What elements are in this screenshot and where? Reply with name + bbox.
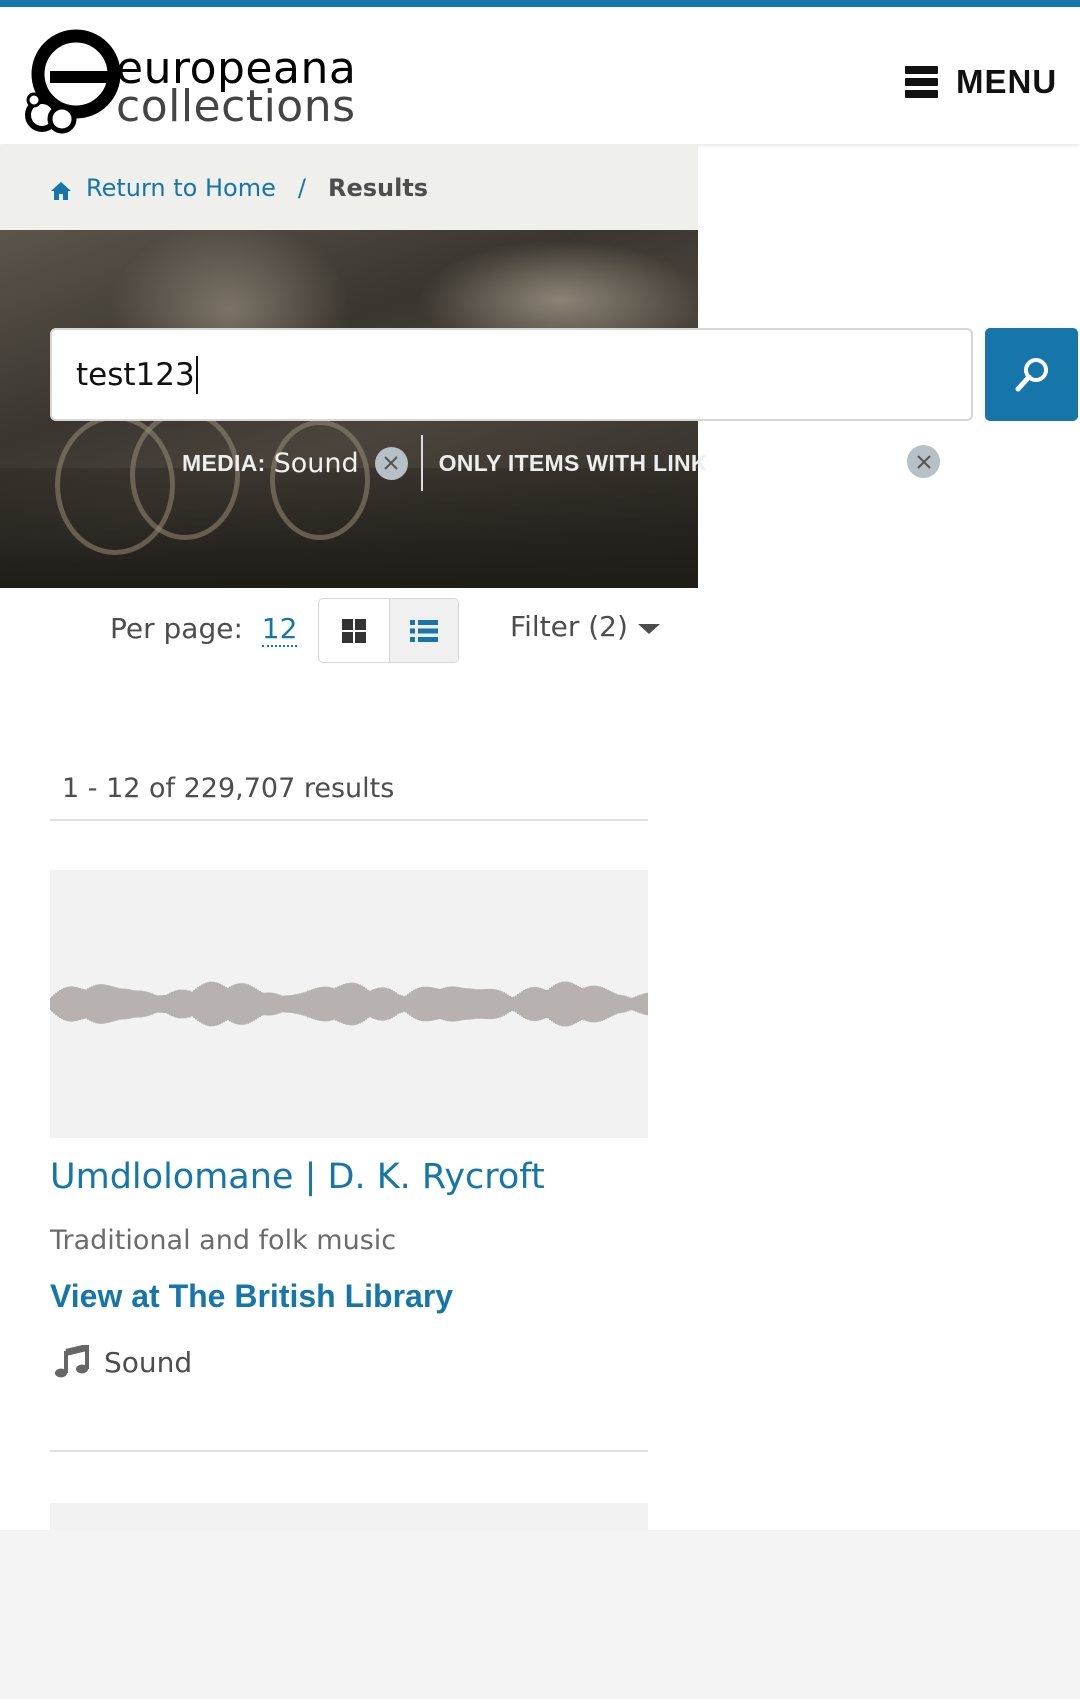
filter-chip-media-value: Sound (273, 447, 359, 479)
menu-button[interactable]: MENU (905, 62, 1057, 102)
logo-wordmark: europeana collections (116, 47, 356, 132)
music-note-icon (55, 1345, 89, 1378)
results-toolbar: Per page: 12 Filter (2) (0, 590, 698, 670)
remove-media-filter-button[interactable] (374, 446, 408, 480)
result-type-label: Sound (104, 1345, 193, 1379)
results-count: 1 - 12 of 229,707 results (50, 773, 648, 821)
menu-label: MENU (956, 63, 1058, 100)
chevron-down-icon (637, 623, 660, 634)
next-result-thumbnail[interactable] (50, 1503, 648, 1530)
result-type: Sound (50, 1345, 648, 1379)
result-thumbnail[interactable] (50, 870, 648, 1138)
top-accent-bar (0, 0, 1080, 7)
list-view-icon (409, 619, 438, 642)
search-input[interactable]: test123 (50, 328, 973, 421)
logo-line-2: collections (116, 81, 356, 132)
remove-links-filter-button[interactable] (907, 445, 940, 478)
breadcrumb: Return to Home / Results (0, 145, 698, 230)
filter-chip-links: ONLY ITEMS WITH LINK (439, 450, 705, 477)
per-page-label: Per page: (110, 612, 243, 645)
provider-link[interactable]: View at The British Library (50, 1278, 648, 1315)
result-card: Umdlolomane | D. K. Rycroft Traditional … (50, 870, 648, 1379)
search-query: test123 (76, 356, 195, 393)
europeana-logo[interactable]: europeana collections (20, 22, 356, 137)
grid-view-icon (341, 618, 366, 643)
search-button[interactable] (985, 328, 1078, 421)
breadcrumb-separator: / (297, 173, 306, 202)
active-filters: MEDIA: Sound ONLY ITEMS WITH LINK (182, 435, 705, 491)
per-page-control: Per page: 12 (110, 612, 298, 647)
hamburger-icon (905, 66, 938, 98)
per-page-value[interactable]: 12 (261, 612, 298, 647)
search-icon (1015, 357, 1048, 391)
text-cursor (195, 355, 198, 394)
result-description: Traditional and folk music (50, 1225, 397, 1256)
site-header: europeana collections MENU (0, 7, 1080, 144)
close-icon (916, 454, 931, 469)
filter-divider (420, 435, 423, 491)
page: europeana collections MENU Return to Hom… (0, 0, 1080, 1530)
filter-label: Filter (2) (510, 610, 628, 643)
logo-mark-icon (25, 29, 121, 134)
waveform-image (50, 981, 648, 1027)
view-toggle (318, 598, 459, 663)
close-icon (384, 456, 398, 470)
grid-view-button[interactable] (319, 599, 389, 662)
list-view-button[interactable] (388, 599, 458, 662)
breadcrumb-home-link[interactable]: Return to Home (86, 174, 276, 202)
home-icon (51, 181, 71, 200)
result-title[interactable]: Umdlolomane | D. K. Rycroft (50, 1155, 648, 1199)
filter-dropdown[interactable]: Filter (2) (510, 610, 660, 643)
breadcrumb-current: Results (327, 173, 429, 202)
filter-chip-media-label: MEDIA: (182, 449, 266, 476)
card-divider (50, 1450, 648, 1452)
filter-chip-links-label: ONLY ITEMS WITH LINK (438, 449, 705, 476)
